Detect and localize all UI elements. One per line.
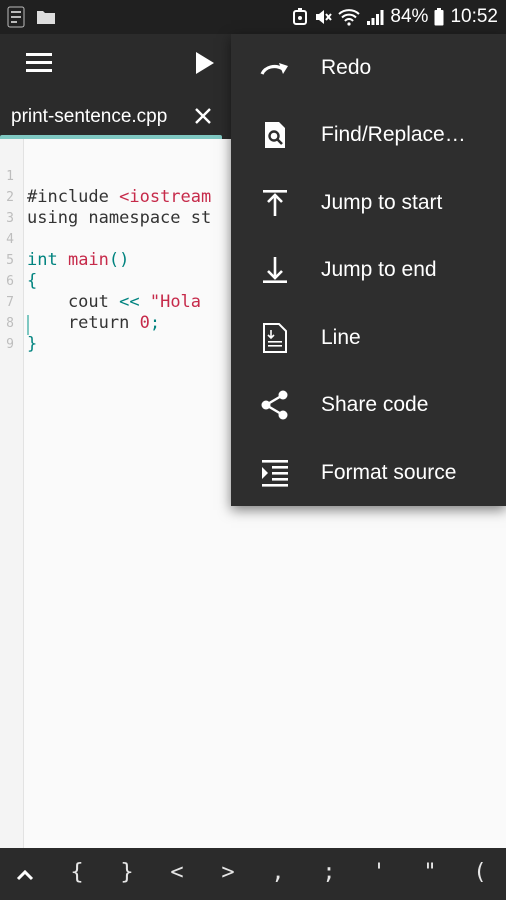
app-badge-icon: [6, 5, 26, 29]
menu-item-label: Line: [321, 326, 361, 349]
battery-icon: [434, 8, 444, 26]
symbol-key[interactable]: (: [465, 860, 495, 888]
symbol-key[interactable]: ;: [314, 860, 344, 888]
jump-start-icon: [259, 187, 291, 219]
menu-item-share-code[interactable]: Share code: [231, 371, 506, 438]
menu-item-line[interactable]: Line: [231, 304, 506, 371]
wifi-icon: [338, 8, 361, 26]
status-bar: 84% 10:52: [0, 0, 506, 34]
folder-icon: [36, 9, 56, 25]
hamburger-icon[interactable]: [22, 50, 56, 76]
play-icon[interactable]: [190, 47, 220, 79]
redo-icon: [259, 52, 291, 84]
notification-icon: [292, 8, 308, 26]
battery-percent: 84%: [390, 6, 429, 27]
menu-item-label: Share code: [321, 393, 429, 416]
clock: 10:52: [450, 6, 498, 27]
find-replace-icon: [259, 119, 291, 151]
line-number: 9: [6, 337, 14, 352]
symbol-key-caret-icon[interactable]: [10, 860, 40, 888]
symbol-key[interactable]: }: [112, 860, 142, 888]
text-cursor: [27, 315, 29, 335]
menu-item-label: Redo: [321, 56, 372, 79]
tab-print-sentence[interactable]: print-sentence.cpp: [0, 92, 222, 139]
symbol-key[interactable]: ': [364, 860, 394, 888]
overflow-menu: Redo Find/Replace… Jump to start Jump to…: [231, 34, 506, 506]
symbol-key[interactable]: >: [213, 860, 243, 888]
tab-label: print-sentence.cpp: [11, 106, 168, 127]
close-icon[interactable]: [193, 106, 213, 126]
jump-end-icon: [259, 254, 291, 286]
menu-item-label: Jump to start: [321, 191, 443, 214]
mute-icon: [314, 8, 333, 26]
signal-icon: [366, 8, 384, 26]
menu-item-label: Jump to end: [321, 258, 437, 281]
symbol-bar: { } < > , ; ' " (: [0, 848, 506, 900]
menu-item-find-replace[interactable]: Find/Replace…: [231, 101, 506, 168]
menu-item-redo[interactable]: Redo: [231, 34, 506, 101]
symbol-key[interactable]: ": [415, 860, 445, 888]
menu-item-label: Find/Replace…: [321, 123, 466, 146]
symbol-key[interactable]: ,: [263, 860, 293, 888]
format-icon: [259, 457, 291, 489]
symbol-key[interactable]: <: [162, 860, 192, 888]
menu-item-jump-to-end[interactable]: Jump to end: [231, 236, 506, 303]
menu-item-format-source[interactable]: Format source: [231, 439, 506, 506]
line-icon: [259, 322, 291, 354]
menu-item-jump-to-start[interactable]: Jump to start: [231, 169, 506, 236]
symbol-key[interactable]: {: [62, 860, 92, 888]
menu-item-label: Format source: [321, 461, 457, 484]
share-icon: [259, 389, 291, 421]
